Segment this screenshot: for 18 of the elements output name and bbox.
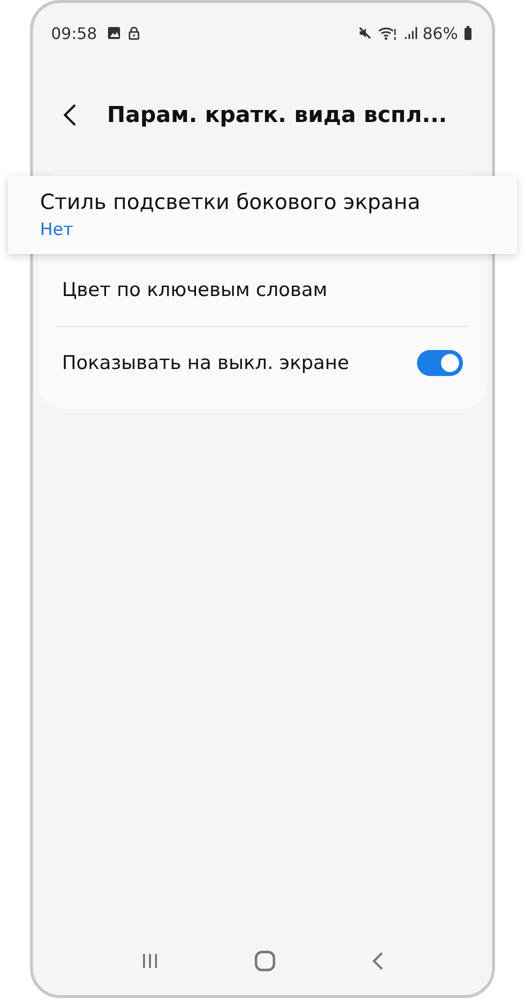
item-title: Стиль подсветки бокового экрана — [40, 190, 422, 214]
toggle-switch[interactable] — [417, 350, 463, 376]
home-icon[interactable] — [254, 950, 276, 972]
battery-level: 86% — [422, 24, 458, 42]
wifi-icon — [378, 25, 398, 41]
lock-icon — [127, 26, 142, 40]
item-title: Показывать на выкл. экране — [62, 352, 350, 374]
page-title: Парам. кратк. вида вспл... — [107, 102, 448, 128]
battery-icon — [464, 26, 472, 40]
back-icon[interactable] — [63, 103, 77, 127]
image-icon — [107, 26, 122, 40]
signal-icon — [404, 26, 418, 40]
status-time: 09:58 — [51, 24, 98, 42]
settings-item[interactable]: Стиль подсветки бокового экрана Нет — [8, 176, 517, 254]
item-title: Цвет по ключевым словам — [62, 279, 328, 301]
item-value: Нет — [40, 220, 74, 240]
settings-item[interactable]: Цвет по ключевым словам — [38, 254, 487, 326]
mute-icon — [358, 26, 372, 40]
